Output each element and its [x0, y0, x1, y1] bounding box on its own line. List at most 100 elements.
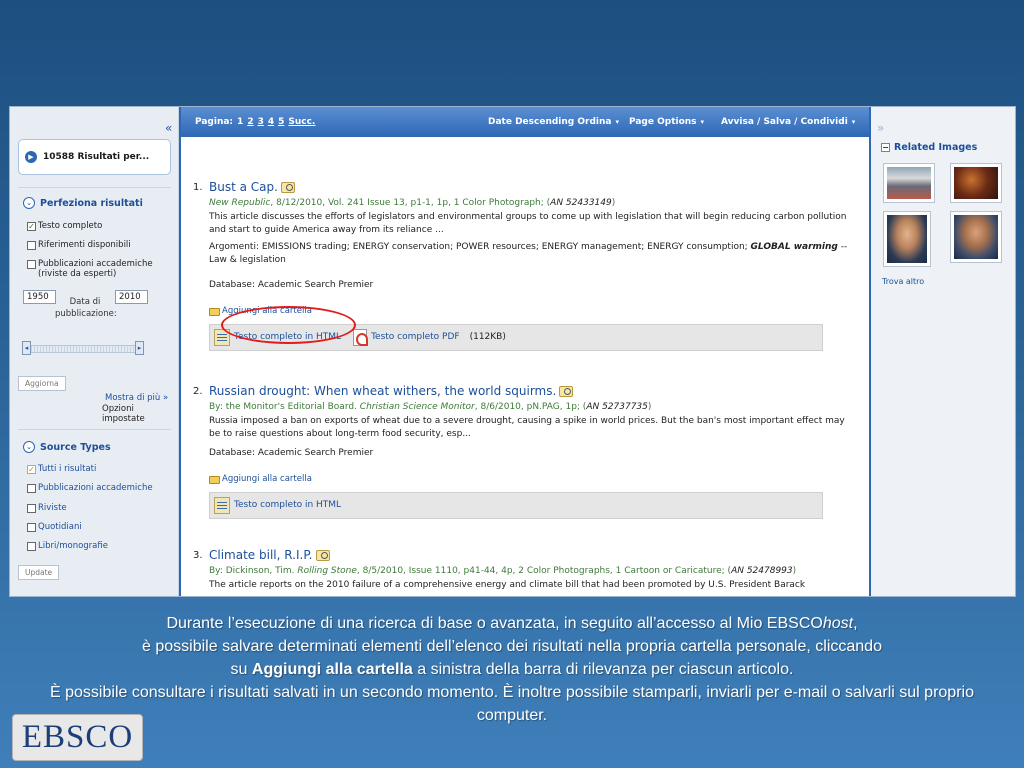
results-count-box[interactable]: ▶ 10588 Risultati per...: [18, 139, 171, 175]
caption-line-4: È possibile consultare i risultati salva…: [50, 684, 974, 724]
byline: By: Dickinson, Tim.: [209, 566, 298, 576]
refine-results-header[interactable]: ⌄ Perfeziona risultati: [23, 197, 143, 209]
slider-handle-left-icon[interactable]: ◂: [22, 341, 31, 355]
related-image-thumbnail[interactable]: [883, 211, 931, 267]
result-number: 2.: [193, 386, 203, 397]
expand-panel-icon[interactable]: »: [877, 121, 884, 135]
caption-line-1-text: Durante l’esecuzione di una ricerca di b…: [166, 615, 823, 632]
results-toolbar: Pagina: 1 2 3 4 5 Succ. Date Descending …: [181, 107, 869, 137]
source-details: , 8/5/2010, Issue 1110, p41-44, 4p, 2 Co…: [356, 566, 732, 576]
pdf-size: (112KB): [469, 332, 506, 342]
source-type-academic[interactable]: Pubblicazioni accademiche: [27, 483, 175, 493]
checkbox-icon[interactable]: [27, 504, 36, 513]
source-types-header[interactable]: ⌄ Source Types: [23, 441, 111, 453]
update-button[interactable]: Aggiorna: [18, 376, 66, 391]
sort-dropdown[interactable]: Date Descending Ordina ▾: [488, 107, 619, 137]
related-image-thumbnail[interactable]: [950, 211, 1002, 263]
divider: [18, 187, 171, 188]
html-document-icon[interactable]: [214, 497, 230, 514]
source-type-all[interactable]: ✓ Tutti i risultati: [27, 464, 175, 474]
pdf-fulltext-link[interactable]: Testo completo PDF: [371, 331, 460, 344]
add-to-folder-link[interactable]: Aggiungi alla cartella: [209, 473, 849, 486]
source-type-label: Quotidiani: [38, 522, 82, 532]
result-description: The article reports on the 2010 failure …: [209, 580, 806, 590]
chevron-down-icon: ▾: [700, 118, 705, 126]
options-set-link[interactable]: Opzioni impostate: [102, 404, 178, 424]
html-fulltext-link[interactable]: Testo completo in HTML: [234, 499, 341, 512]
year-to-input[interactable]: 2010: [115, 290, 148, 304]
divider: [18, 429, 171, 430]
chevron-down-circle-icon: ⌄: [23, 441, 35, 453]
preview-magnifier-icon[interactable]: [559, 386, 574, 397]
preview-magnifier-icon[interactable]: [280, 182, 295, 193]
checkbox-checked-icon[interactable]: ✓: [27, 465, 36, 474]
caption-text: Durante l’esecuzione di una ricerca di b…: [40, 612, 984, 727]
page-options-dropdown[interactable]: Page Options ▾: [629, 107, 704, 137]
next-page-link[interactable]: Succ.: [288, 117, 315, 127]
result-database: Database: Academic Search Premier: [209, 448, 374, 458]
caption-line-3: su Aggiungi alla cartella a sinistra del…: [40, 658, 984, 681]
fulltext-bar: Testo completo in HTML: [209, 492, 823, 519]
slider-handle-right-icon[interactable]: ▸: [135, 341, 144, 355]
page-5-link[interactable]: 5: [278, 117, 284, 127]
result-database: Database: Academic Search Premier: [209, 280, 374, 290]
result-item: 2. Russian drought: When wheat withers, …: [193, 385, 849, 519]
right-panel: » − Related Images Trova altro: [871, 107, 1015, 596]
find-more-link[interactable]: Trova altro: [882, 277, 924, 286]
source-close: ): [611, 198, 616, 208]
ebsco-logo: EBSCO: [12, 714, 143, 761]
result-source: New Republic, 8/12/2010, Vol. 241 Issue …: [209, 197, 849, 210]
pdf-icon[interactable]: [353, 329, 369, 346]
publication-name[interactable]: Rolling Stone: [297, 566, 357, 576]
source-type-newspapers[interactable]: Quotidiani: [27, 522, 175, 532]
preview-magnifier-icon[interactable]: [315, 550, 330, 561]
source-type-books[interactable]: Libri/monografie: [27, 541, 175, 551]
checkbox-icon[interactable]: [27, 484, 36, 493]
source-update-button[interactable]: Update: [18, 565, 60, 580]
publication-name[interactable]: Christian Science Monitor: [360, 402, 475, 412]
source-type-label: Pubblicazioni accademiche: [38, 483, 153, 493]
result-title-link[interactable]: Bust a Cap.: [209, 181, 278, 194]
result-title-link[interactable]: Climate bill, R.I.P.: [209, 549, 313, 562]
result-source: By: Dickinson, Tim. Rolling Stone, 8/5/2…: [209, 565, 849, 578]
show-more-link[interactable]: Mostra di più »: [105, 393, 168, 403]
publication-name[interactable]: New Republic: [209, 198, 270, 208]
alert-save-share-dropdown[interactable]: Avvisa / Salva / Condividi ▾: [721, 107, 855, 137]
accession-number: AN 52478993: [731, 566, 793, 576]
date-range-slider[interactable]: [24, 345, 144, 353]
source-close: ): [647, 402, 652, 412]
checkbox-icon[interactable]: [27, 542, 36, 551]
source-details: , 8/12/2010, Vol. 241 Issue 13, p1-1, 1p…: [270, 198, 551, 208]
result-item: 3. Climate bill, R.I.P. By: Dickinson, T…: [193, 549, 849, 592]
checkbox-icon[interactable]: [27, 523, 36, 532]
result-title-link[interactable]: Russian drought: When wheat withers, the…: [209, 385, 556, 398]
refine-option-full-text[interactable]: ✓ Testo completo: [27, 221, 175, 231]
related-image-thumbnail[interactable]: [950, 163, 1002, 203]
result-number: 3.: [193, 550, 203, 561]
source-type-label: Riviste: [38, 503, 67, 513]
related-image-thumbnail[interactable]: [883, 163, 935, 203]
alert-save-share-label: Avvisa / Salva / Condividi: [721, 117, 848, 127]
page-1: 1: [237, 117, 244, 127]
page-3-link[interactable]: 3: [258, 117, 264, 127]
checkbox-icon[interactable]: [27, 241, 36, 250]
source-type-magazines[interactable]: Riviste: [27, 503, 175, 513]
source-close: ): [792, 566, 797, 576]
collapse-minus-icon[interactable]: −: [881, 143, 890, 152]
page-4-link[interactable]: 4: [268, 117, 274, 127]
checkbox-checked-icon[interactable]: ✓: [27, 222, 36, 231]
caption-line-3-start: su: [230, 661, 252, 678]
caption-host-italic: host: [822, 615, 854, 632]
collapse-sidebar-icon[interactable]: «: [165, 121, 172, 135]
left-sidebar: « ▶ 10588 Risultati per... ⌄ Perfeziona …: [10, 107, 179, 596]
page-2-link[interactable]: 2: [247, 117, 253, 127]
refine-option-scholarly[interactable]: Pubblicazioni accademiche (riviste da es…: [27, 259, 175, 279]
caption-line-2: è possibile salvare determinati elementi…: [142, 638, 882, 655]
related-images-header[interactable]: − Related Images: [881, 142, 977, 153]
publication-date-label: Data di pubblicazione:: [55, 297, 117, 319]
add-to-folder-label: Aggiungi alla cartella: [222, 474, 312, 484]
checkbox-icon[interactable]: [27, 260, 36, 269]
caption-line-3-end: a sinistra della barra di rilevanza per …: [412, 661, 794, 678]
year-from-input[interactable]: 1950: [23, 290, 56, 304]
refine-option-references[interactable]: Riferimenti disponibili: [27, 240, 175, 250]
